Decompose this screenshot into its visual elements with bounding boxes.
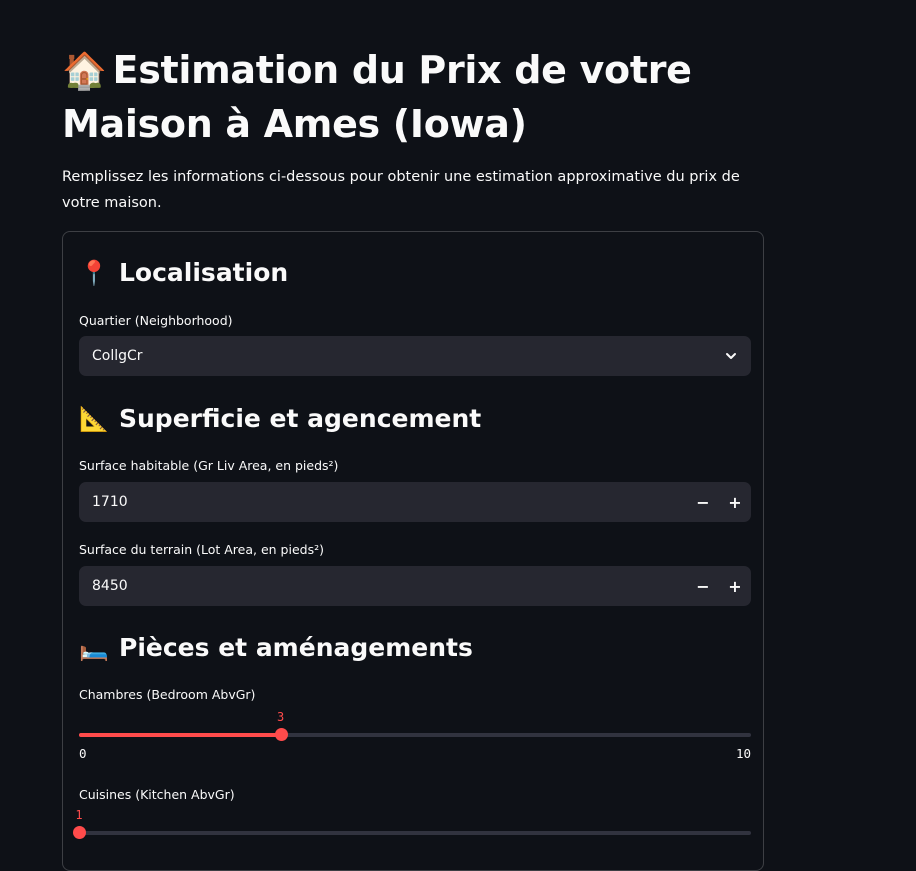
kitchen-label: Cuisines (Kitchen AbvGr) xyxy=(79,787,235,802)
lot-area-decrement-button[interactable]: − xyxy=(687,566,719,606)
page-title: 🏠 Estimation du Prix de votre Maison à Am… xyxy=(62,44,766,151)
page-title-text: Estimation du Prix de votre Maison à Ame… xyxy=(62,48,692,146)
lot-area-increment-button[interactable]: + xyxy=(719,566,751,606)
section-pieces-text: Pièces et aménagements xyxy=(119,633,473,662)
triangle-ruler-icon: 📐 xyxy=(79,404,109,433)
bedroom-slider-value: 3 xyxy=(276,710,285,724)
bedroom-label: Chambres (Bedroom AbvGr) xyxy=(79,687,256,702)
pin-icon: 📍 xyxy=(79,258,109,287)
bedroom-slider[interactable]: 3 0 10 xyxy=(79,710,751,761)
section-superficie-title: 📐 Superficie et agencement xyxy=(79,404,481,433)
form-container: 📍 Localisation Quartier (Neighborhood) C… xyxy=(62,231,764,871)
lot-area-label: Surface du terrain (Lot Area, en pieds²) xyxy=(79,542,324,557)
bed-icon: 🛏️ xyxy=(79,633,109,662)
lot-area-input[interactable]: 8450 − + xyxy=(79,566,751,606)
section-localisation-title: 📍 Localisation xyxy=(79,258,288,287)
bedroom-slider-thumb[interactable] xyxy=(274,728,288,741)
lot-area-value[interactable]: 8450 xyxy=(92,578,687,594)
kitchen-slider[interactable]: 1 xyxy=(73,808,751,854)
gr-liv-area-input[interactable]: 1710 − + xyxy=(79,482,751,522)
house-icon: 🏠 xyxy=(62,51,107,92)
neighborhood-value: CollgCr xyxy=(92,348,143,364)
gr-liv-area-label: Surface habitable (Gr Liv Area, en pieds… xyxy=(79,458,339,473)
intro-text: Remplissez les informations ci-dessous p… xyxy=(62,169,740,211)
bedroom-slider-min: 0 xyxy=(79,746,87,761)
bedroom-slider-fill xyxy=(79,733,281,737)
gr-liv-area-value[interactable]: 1710 xyxy=(92,494,687,510)
section-localisation-text: Localisation xyxy=(119,258,289,287)
kitchen-slider-thumb[interactable] xyxy=(73,826,86,839)
kitchen-slider-track[interactable] xyxy=(79,831,751,835)
section-pieces-title: 🛏️ Pièces et aménagements xyxy=(79,633,473,662)
gr-liv-area-decrement-button[interactable]: − xyxy=(687,482,719,522)
gr-liv-area-increment-button[interactable]: + xyxy=(719,482,751,522)
section-superficie-text: Superficie et agencement xyxy=(119,404,482,433)
chevron-down-icon[interactable] xyxy=(724,349,738,363)
bedroom-slider-max: 10 xyxy=(735,746,751,761)
kitchen-slider-value: 1 xyxy=(75,808,83,822)
neighborhood-select[interactable]: CollgCr xyxy=(79,336,751,376)
neighborhood-label: Quartier (Neighborhood) xyxy=(79,313,233,328)
